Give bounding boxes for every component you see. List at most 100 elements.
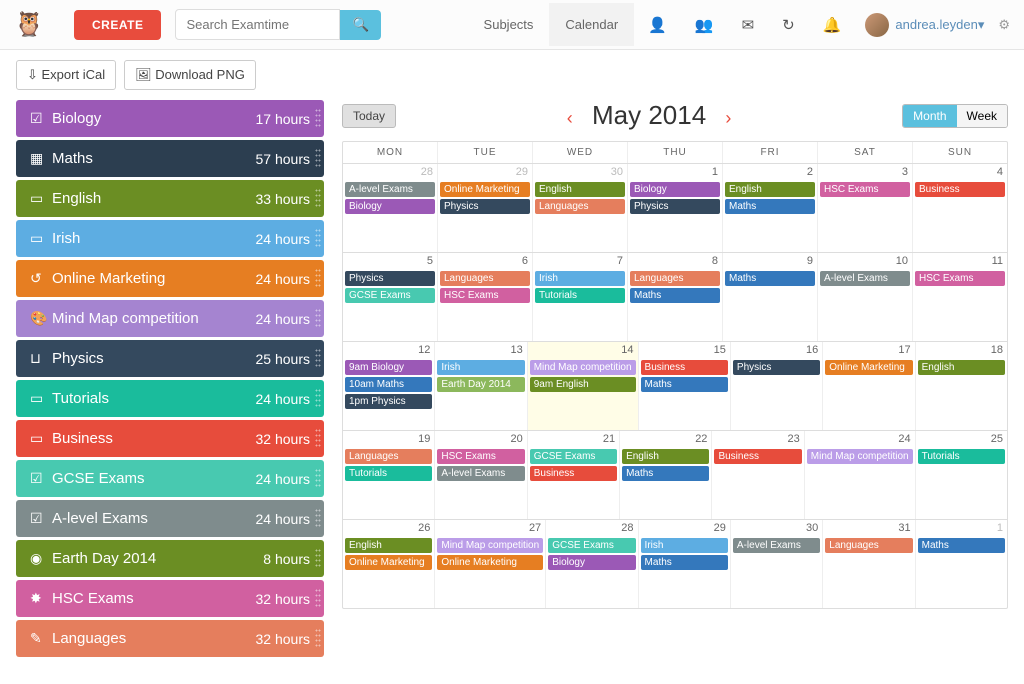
logo[interactable]: 🦉 bbox=[14, 10, 44, 40]
download-png-button[interactable]: 🖼 Download PNG bbox=[124, 60, 256, 90]
calendar-event[interactable]: Maths bbox=[918, 538, 1005, 553]
day-cell[interactable]: 19LanguagesTutorials bbox=[343, 431, 435, 519]
day-cell[interactable]: 26EnglishOnline Marketing bbox=[343, 520, 435, 608]
gear-icon[interactable]: ⚙ bbox=[998, 17, 1010, 33]
calendar-event[interactable]: Biology bbox=[345, 199, 435, 214]
calendar-event[interactable]: Business bbox=[530, 466, 617, 481]
day-cell[interactable]: 25Tutorials bbox=[916, 431, 1007, 519]
subject-item[interactable]: ✎Languages32 hours bbox=[16, 620, 324, 657]
nav-calendar[interactable]: Calendar bbox=[549, 3, 634, 46]
day-cell[interactable]: 30A-level Exams bbox=[731, 520, 823, 608]
day-cell[interactable]: 4Business bbox=[913, 164, 1007, 252]
group-icon[interactable]: 👥 bbox=[681, 16, 728, 34]
calendar-event[interactable]: Tutorials bbox=[535, 288, 625, 303]
calendar-event[interactable]: A-level Exams bbox=[437, 466, 524, 481]
month-view-button[interactable]: Month bbox=[903, 105, 956, 127]
day-cell[interactable]: 9Maths bbox=[723, 253, 818, 341]
user-menu[interactable]: andrea.leyden ▾ bbox=[865, 13, 984, 37]
day-cell[interactable]: 6LanguagesHSC Exams bbox=[438, 253, 533, 341]
calendar-event[interactable]: Irish bbox=[535, 271, 625, 286]
next-month-button[interactable]: › bbox=[713, 108, 743, 128]
day-cell[interactable]: 13IrishEarth Day 2014 bbox=[435, 342, 527, 430]
subject-item[interactable]: ✸HSC Exams32 hours bbox=[16, 580, 324, 617]
day-cell[interactable]: 1Maths bbox=[916, 520, 1007, 608]
nav-subjects[interactable]: Subjects bbox=[468, 3, 550, 46]
calendar-event[interactable]: Languages bbox=[535, 199, 625, 214]
calendar-event[interactable]: HSC Exams bbox=[440, 288, 530, 303]
day-cell[interactable]: 28GCSE ExamsBiology bbox=[546, 520, 638, 608]
calendar-event[interactable]: 10am Maths bbox=[345, 377, 432, 392]
day-cell[interactable]: 27Mind Map competitionOnline Marketing bbox=[435, 520, 546, 608]
day-cell[interactable]: 29IrishMaths bbox=[639, 520, 731, 608]
day-cell[interactable]: 129am Biology10am Maths1pm Physics bbox=[343, 342, 435, 430]
export-ical-button[interactable]: ⇩ Export iCal bbox=[16, 60, 116, 90]
calendar-event[interactable]: Maths bbox=[630, 288, 720, 303]
calendar-event[interactable]: Physics bbox=[733, 360, 820, 375]
drag-handle[interactable] bbox=[315, 428, 321, 449]
create-button[interactable]: CREATE bbox=[74, 10, 161, 40]
subject-item[interactable]: 🎨Mind Map competition24 hours bbox=[16, 300, 324, 337]
calendar-event[interactable]: Online Marketing bbox=[440, 182, 530, 197]
calendar-event[interactable]: Online Marketing bbox=[437, 555, 543, 570]
bell-icon[interactable]: 🔔 bbox=[809, 16, 856, 34]
day-cell[interactable]: 24Mind Map competition bbox=[805, 431, 916, 519]
calendar-event[interactable]: Mind Map competition bbox=[807, 449, 913, 464]
drag-handle[interactable] bbox=[315, 108, 321, 129]
calendar-event[interactable]: HSC Exams bbox=[820, 182, 910, 197]
day-cell[interactable]: 16Physics bbox=[731, 342, 823, 430]
drag-handle[interactable] bbox=[315, 188, 321, 209]
calendar-event[interactable]: Online Marketing bbox=[825, 360, 912, 375]
day-cell[interactable]: 10A-level Exams bbox=[818, 253, 913, 341]
day-cell[interactable]: 30EnglishLanguages bbox=[533, 164, 628, 252]
drag-handle[interactable] bbox=[315, 588, 321, 609]
calendar-event[interactable]: Languages bbox=[345, 449, 432, 464]
calendar-event[interactable]: Maths bbox=[622, 466, 709, 481]
calendar-event[interactable]: English bbox=[622, 449, 709, 464]
calendar-event[interactable]: Maths bbox=[641, 555, 728, 570]
day-cell[interactable]: 1BiologyPhysics bbox=[628, 164, 723, 252]
day-cell[interactable]: 11HSC Exams bbox=[913, 253, 1007, 341]
calendar-event[interactable]: Biology bbox=[548, 555, 635, 570]
subject-item[interactable]: ↺Online Marketing24 hours bbox=[16, 260, 324, 297]
calendar-event[interactable]: Maths bbox=[641, 377, 728, 392]
subject-item[interactable]: ☑GCSE Exams24 hours bbox=[16, 460, 324, 497]
calendar-event[interactable]: Physics bbox=[345, 271, 435, 286]
calendar-event[interactable]: A-level Exams bbox=[820, 271, 910, 286]
subject-item[interactable]: ▭Irish24 hours bbox=[16, 220, 324, 257]
day-cell[interactable]: 5PhysicsGCSE Exams bbox=[343, 253, 438, 341]
calendar-event[interactable]: English bbox=[918, 360, 1005, 375]
mail-icon[interactable]: ✉ bbox=[728, 16, 769, 34]
history-icon[interactable]: ↻ bbox=[768, 16, 809, 34]
calendar-event[interactable]: HSC Exams bbox=[437, 449, 524, 464]
today-button[interactable]: Today bbox=[342, 104, 396, 128]
subject-item[interactable]: ▭Business32 hours bbox=[16, 420, 324, 457]
calendar-event[interactable]: English bbox=[345, 538, 432, 553]
calendar-event[interactable]: Irish bbox=[641, 538, 728, 553]
search-button[interactable]: 🔍 bbox=[340, 10, 381, 40]
calendar-event[interactable]: GCSE Exams bbox=[345, 288, 435, 303]
drag-handle[interactable] bbox=[315, 508, 321, 529]
day-cell[interactable]: 17Online Marketing bbox=[823, 342, 915, 430]
drag-handle[interactable] bbox=[315, 468, 321, 489]
calendar-event[interactable]: English bbox=[535, 182, 625, 197]
day-cell[interactable]: 20HSC ExamsA-level Exams bbox=[435, 431, 527, 519]
day-cell[interactable]: 29Online MarketingPhysics bbox=[438, 164, 533, 252]
subject-item[interactable]: ☑A-level Exams24 hours bbox=[16, 500, 324, 537]
calendar-event[interactable]: Earth Day 2014 bbox=[437, 377, 524, 392]
subject-item[interactable]: ▭English33 hours bbox=[16, 180, 324, 217]
subject-item[interactable]: ⊔Physics25 hours bbox=[16, 340, 324, 377]
user-icon[interactable]: 👤 bbox=[634, 16, 681, 34]
calendar-event[interactable]: English bbox=[725, 182, 815, 197]
drag-handle[interactable] bbox=[315, 308, 321, 329]
day-cell[interactable]: 22EnglishMaths bbox=[620, 431, 712, 519]
calendar-event[interactable]: A-level Exams bbox=[345, 182, 435, 197]
calendar-event[interactable]: A-level Exams bbox=[733, 538, 820, 553]
day-cell[interactable]: 8LanguagesMaths bbox=[628, 253, 723, 341]
calendar-event[interactable]: HSC Exams bbox=[915, 271, 1005, 286]
day-cell[interactable]: 3HSC Exams bbox=[818, 164, 913, 252]
calendar-event[interactable]: GCSE Exams bbox=[530, 449, 617, 464]
calendar-event[interactable]: Tutorials bbox=[918, 449, 1005, 464]
calendar-event[interactable]: Business bbox=[714, 449, 801, 464]
subject-item[interactable]: ☑Biology17 hours bbox=[16, 100, 324, 137]
calendar-event[interactable]: 1pm Physics bbox=[345, 394, 432, 409]
